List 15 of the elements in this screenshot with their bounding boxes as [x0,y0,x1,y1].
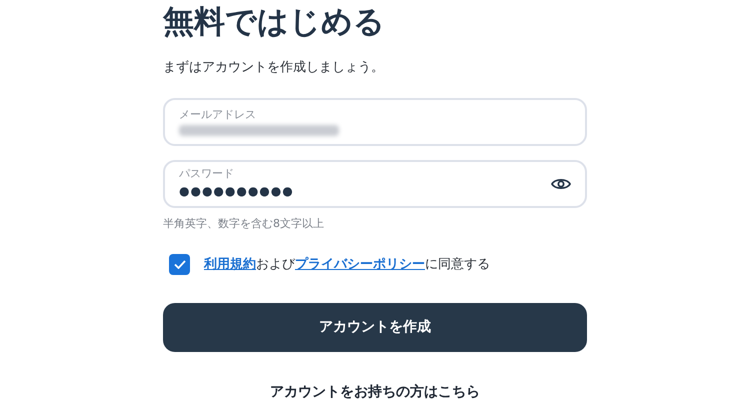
login-link[interactable]: アカウントをお持ちの方はこちら [270,382,480,403]
agreement-checkbox[interactable] [169,254,190,275]
password-hint: 半角英字、数字を含む8文字以上 [163,216,324,232]
email-label: メールアドレス [179,108,256,122]
subtitle: まずはアカウントを作成しましょう。 [163,59,384,77]
page-title: 無料ではじめる [163,4,385,40]
policy-link[interactable]: 利用規約 [204,256,256,272]
policy-link[interactable]: プライバシーポリシー [295,256,425,272]
create-account-button[interactable]: アカウントを作成 [163,303,587,352]
password-field[interactable]: パスワード ●●●●●●●●●● [163,160,587,208]
check-icon [174,260,186,269]
password-label: パスワード [179,166,234,180]
eye-icon[interactable] [551,176,571,190]
agreement-text: 利用規約およびプライバシーポリシーに同意する [204,256,490,274]
password-value: ●●●●●●●●●● [179,182,294,200]
